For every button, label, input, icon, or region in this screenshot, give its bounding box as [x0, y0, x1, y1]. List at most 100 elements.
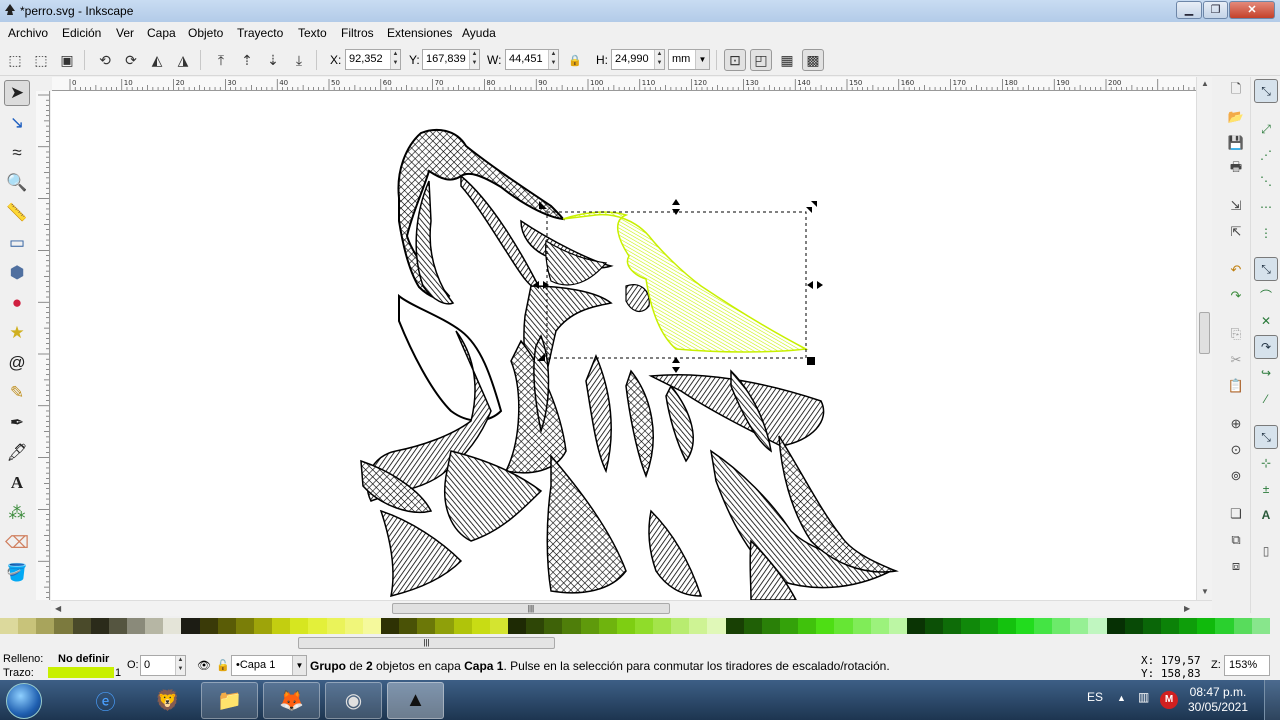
palette-swatch[interactable] — [507, 618, 527, 634]
snap-intersections-icon[interactable]: ✕ — [1254, 309, 1278, 333]
palette-swatch[interactable] — [181, 618, 200, 634]
undo-icon[interactable]: ↶ — [1225, 259, 1247, 281]
palette-swatch[interactable] — [344, 618, 363, 634]
scroll-left-icon[interactable]: ◀ — [55, 604, 61, 613]
selector-tool-icon[interactable]: ➤ — [4, 80, 30, 106]
palette-swatch[interactable] — [598, 618, 617, 634]
palette-swatch[interactable] — [888, 618, 908, 634]
antivirus-tray-icon[interactable]: M — [1160, 691, 1178, 709]
calligraphy-tool-icon[interactable]: 🖋 — [4, 440, 30, 466]
zoom-tool-icon[interactable]: 🔍 — [4, 170, 30, 196]
new-document-icon[interactable]: 🗋 — [1225, 80, 1247, 102]
w-stepper-icon[interactable]: ▲ ▼ — [548, 50, 558, 69]
eraser-tool-icon[interactable]: ⌫ — [4, 530, 30, 556]
palette-swatch[interactable] — [36, 618, 55, 634]
palette-swatch[interactable] — [18, 618, 37, 634]
scale-corners-icon[interactable]: ◰ — [750, 49, 772, 71]
palette-swatch[interactable] — [272, 618, 291, 634]
palette-swatch[interactable] — [798, 618, 817, 634]
show-desktop-button[interactable] — [1264, 680, 1280, 720]
palette-swatch[interactable] — [870, 618, 889, 634]
raise-icon[interactable]: ⇡ — [236, 49, 258, 71]
palette-swatch[interactable] — [852, 618, 871, 634]
palette-swatch[interactable] — [1215, 618, 1234, 634]
3d-box-tool-icon[interactable]: ⬢ — [4, 260, 30, 286]
snap-text-baseline-icon[interactable]: A — [1254, 503, 1278, 527]
palette-scroll-thumb[interactable]: ||| — [298, 637, 555, 649]
network-icon[interactable]: ▥ — [1138, 690, 1149, 704]
zoom-page-icon[interactable]: ⊚ — [1225, 465, 1247, 487]
menu-capa[interactable]: Capa — [147, 26, 176, 40]
height-input[interactable]: 24,990 ▲ ▼ — [611, 49, 665, 70]
palette-swatch[interactable] — [435, 618, 454, 634]
palette-scrollbar[interactable]: ||| — [0, 635, 1270, 651]
snap-bbox-icon[interactable]: ⤢ — [1254, 117, 1278, 141]
tray-expand-icon[interactable]: ▲ — [1117, 693, 1126, 703]
x-input[interactable]: 92,352 ▲ ▼ — [345, 49, 401, 70]
menu-ver[interactable]: Ver — [116, 26, 134, 40]
ellipse-tool-icon[interactable]: ● — [4, 290, 30, 316]
chrome-icon[interactable]: ◉ — [325, 682, 382, 719]
rotate-cw-icon[interactable]: ⟳ — [120, 49, 142, 71]
palette-swatch[interactable] — [1070, 618, 1089, 634]
paste-icon[interactable]: 📋 — [1225, 375, 1247, 397]
palette-swatch[interactable] — [907, 618, 926, 634]
snap-enable-icon[interactable]: ⤡ — [1254, 79, 1278, 103]
palette-swatch[interactable] — [108, 618, 127, 634]
palette-swatch[interactable] — [1251, 618, 1270, 634]
palette-swatch[interactable] — [526, 618, 545, 634]
canvas[interactable] — [51, 91, 1196, 600]
palette-swatch[interactable] — [544, 618, 563, 634]
palette-swatch[interactable] — [126, 618, 146, 634]
palette-swatch[interactable] — [90, 618, 109, 634]
menu-texto[interactable]: Texto — [298, 26, 327, 40]
save-icon[interactable]: 💾 — [1225, 132, 1247, 154]
unit-select[interactable]: mm ▼ — [668, 49, 710, 70]
scale-stroke-icon[interactable]: ⊡ — [724, 49, 746, 71]
scroll-up-icon[interactable]: ▲ — [1201, 79, 1209, 88]
close-button[interactable]: ✕ — [1229, 1, 1275, 19]
menu-extensiones[interactable]: Extensiones — [387, 26, 452, 40]
snap-bbox-midpoints-icon[interactable]: ⋯ — [1254, 195, 1278, 219]
opacity-input[interactable]: 0 ▲ ▼ — [140, 655, 186, 676]
snap-bbox-centers-icon[interactable]: ⋮ — [1254, 221, 1278, 245]
palette-swatch[interactable] — [1034, 618, 1053, 634]
paint-bucket-tool-icon[interactable]: 🪣 — [4, 560, 30, 586]
export-icon[interactable]: ⇱ — [1225, 221, 1247, 243]
rotate-ccw-icon[interactable]: ⟲ — [94, 49, 116, 71]
palette-swatch[interactable] — [1088, 618, 1107, 634]
start-button[interactable] — [6, 683, 42, 719]
vertical-scroll-thumb[interactable] — [1199, 312, 1210, 354]
palette-swatch[interactable] — [163, 618, 182, 634]
horizontal-scrollbar[interactable]: ◀ ||| ▶ — [51, 600, 1212, 616]
palette-swatch[interactable] — [308, 618, 327, 634]
palette-swatch[interactable] — [217, 618, 236, 634]
menu-edicion[interactable]: Edición — [62, 26, 101, 40]
lower-icon[interactable]: ⇣ — [262, 49, 284, 71]
zoom-selection-icon[interactable]: ⊕ — [1225, 413, 1247, 435]
open-file-icon[interactable]: 📂 — [1225, 106, 1247, 128]
palette-swatch[interactable] — [235, 618, 254, 634]
clone-icon[interactable]: ⧉ — [1225, 529, 1247, 551]
transform-patterns-icon[interactable]: ▩ — [802, 49, 824, 71]
palette-swatch[interactable] — [925, 618, 944, 634]
palette-swatch[interactable] — [1161, 618, 1180, 634]
star-tool-icon[interactable]: ★ — [4, 320, 30, 346]
palette-swatch[interactable] — [671, 618, 690, 634]
spray-tool-icon[interactable]: ⁂ — [4, 500, 30, 526]
palette-swatch[interactable] — [253, 618, 273, 634]
palette-swatch[interactable] — [997, 618, 1016, 634]
snap-rotation-center-icon[interactable]: ± — [1254, 477, 1278, 501]
brave-browser-icon[interactable]: 🦁 — [139, 682, 196, 719]
menu-ayuda[interactable]: Ayuda — [462, 26, 496, 40]
rectangle-tool-icon[interactable]: ▭ — [4, 230, 30, 256]
print-icon[interactable]: 🖶 — [1225, 158, 1247, 180]
copy-icon[interactable]: ⎘ — [1225, 323, 1247, 345]
spiral-tool-icon[interactable]: @ — [4, 350, 30, 376]
snap-others-icon[interactable]: ⤡ — [1254, 425, 1278, 449]
palette-swatch[interactable] — [725, 618, 744, 634]
text-tool-icon[interactable]: A — [4, 470, 30, 496]
palette-swatch[interactable] — [979, 618, 998, 634]
palette-swatch[interactable] — [417, 618, 436, 634]
palette-swatch[interactable] — [616, 618, 635, 634]
